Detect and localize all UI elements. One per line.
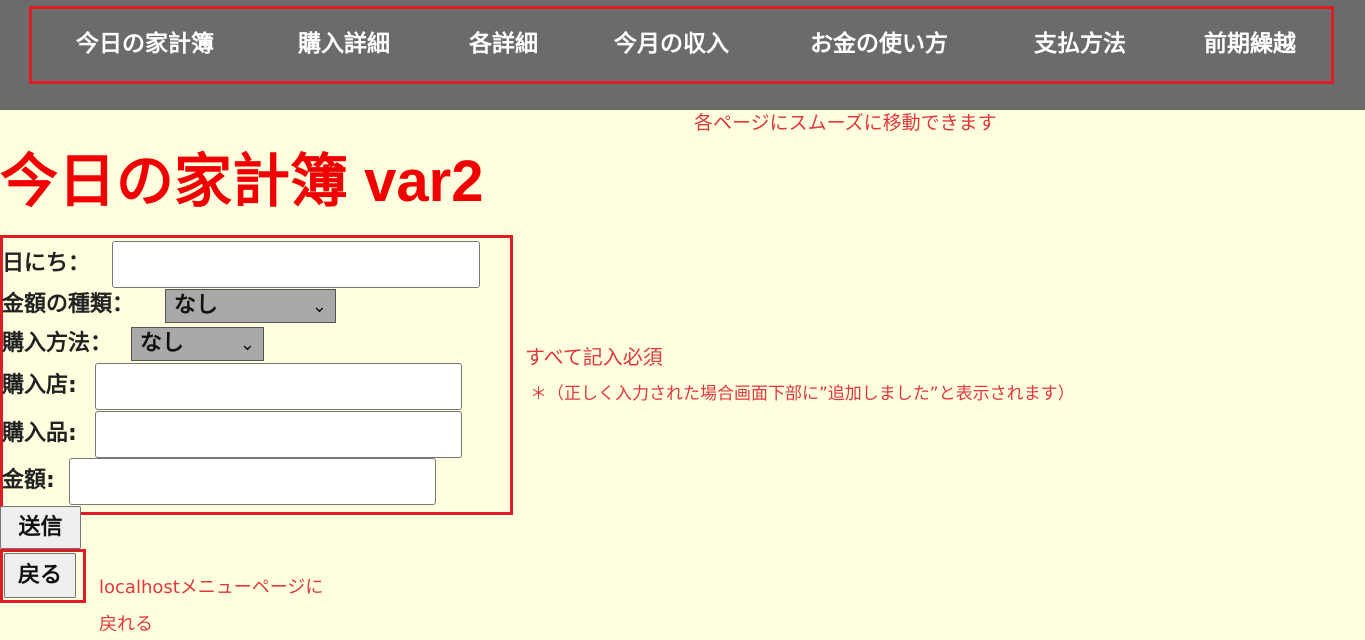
nav-item-spending[interactable]: お金の使い方 (810, 28, 948, 60)
store-input[interactable] (95, 363, 462, 410)
nav-hint-note: 各ページにスムーズに移動できます (694, 112, 997, 134)
date-label: 日にち： (2, 251, 91, 276)
amount-type-label: 金額の種類： (2, 292, 135, 317)
amount-type-selected: なし (174, 293, 219, 318)
required-note: すべて記入必須 (525, 345, 663, 369)
back-hint-line1: localhostメニューページに (99, 577, 324, 598)
amount-input[interactable] (69, 458, 436, 505)
purchase-method-label: 購入方法： (2, 331, 113, 356)
item-label: 購入品: (2, 421, 77, 446)
date-input[interactable] (112, 241, 480, 288)
page-title: 今日の家計簿 var2 (0, 149, 484, 214)
purchase-method-select[interactable]: なし ⌄ (131, 327, 264, 361)
item-input[interactable] (95, 411, 462, 458)
nav-item-each-detail[interactable]: 各詳細 (469, 28, 538, 60)
chevron-down-icon: ⌄ (239, 334, 255, 355)
amount-type-select[interactable]: なし ⌄ (165, 289, 336, 323)
back-button[interactable]: 戻る (4, 553, 76, 598)
nav-item-purchase-details[interactable]: 購入詳細 (298, 28, 390, 60)
amount-label: 金額: (2, 468, 55, 493)
nav-item-monthly-income[interactable]: 今月の収入 (614, 28, 729, 60)
nav-item-payment-method[interactable]: 支払方法 (1034, 28, 1126, 60)
nav-item-carryover[interactable]: 前期繰越 (1204, 28, 1296, 60)
store-label: 購入店: (2, 373, 77, 398)
back-hint-line2: 戻れる (99, 614, 153, 635)
nav-item-todays-budget[interactable]: 今日の家計簿 (76, 28, 214, 60)
chevron-down-icon: ⌄ (311, 296, 327, 317)
submit-button[interactable]: 送信 (0, 506, 81, 549)
added-info-note: ＊（正しく入力された場合画面下部に”追加しました”と表示されます） (530, 384, 1075, 404)
purchase-method-selected: なし (140, 331, 185, 356)
top-nav-bar: 今日の家計簿 購入詳細 各詳細 今月の収入 お金の使い方 支払方法 前期繰越 (0, 0, 1365, 110)
